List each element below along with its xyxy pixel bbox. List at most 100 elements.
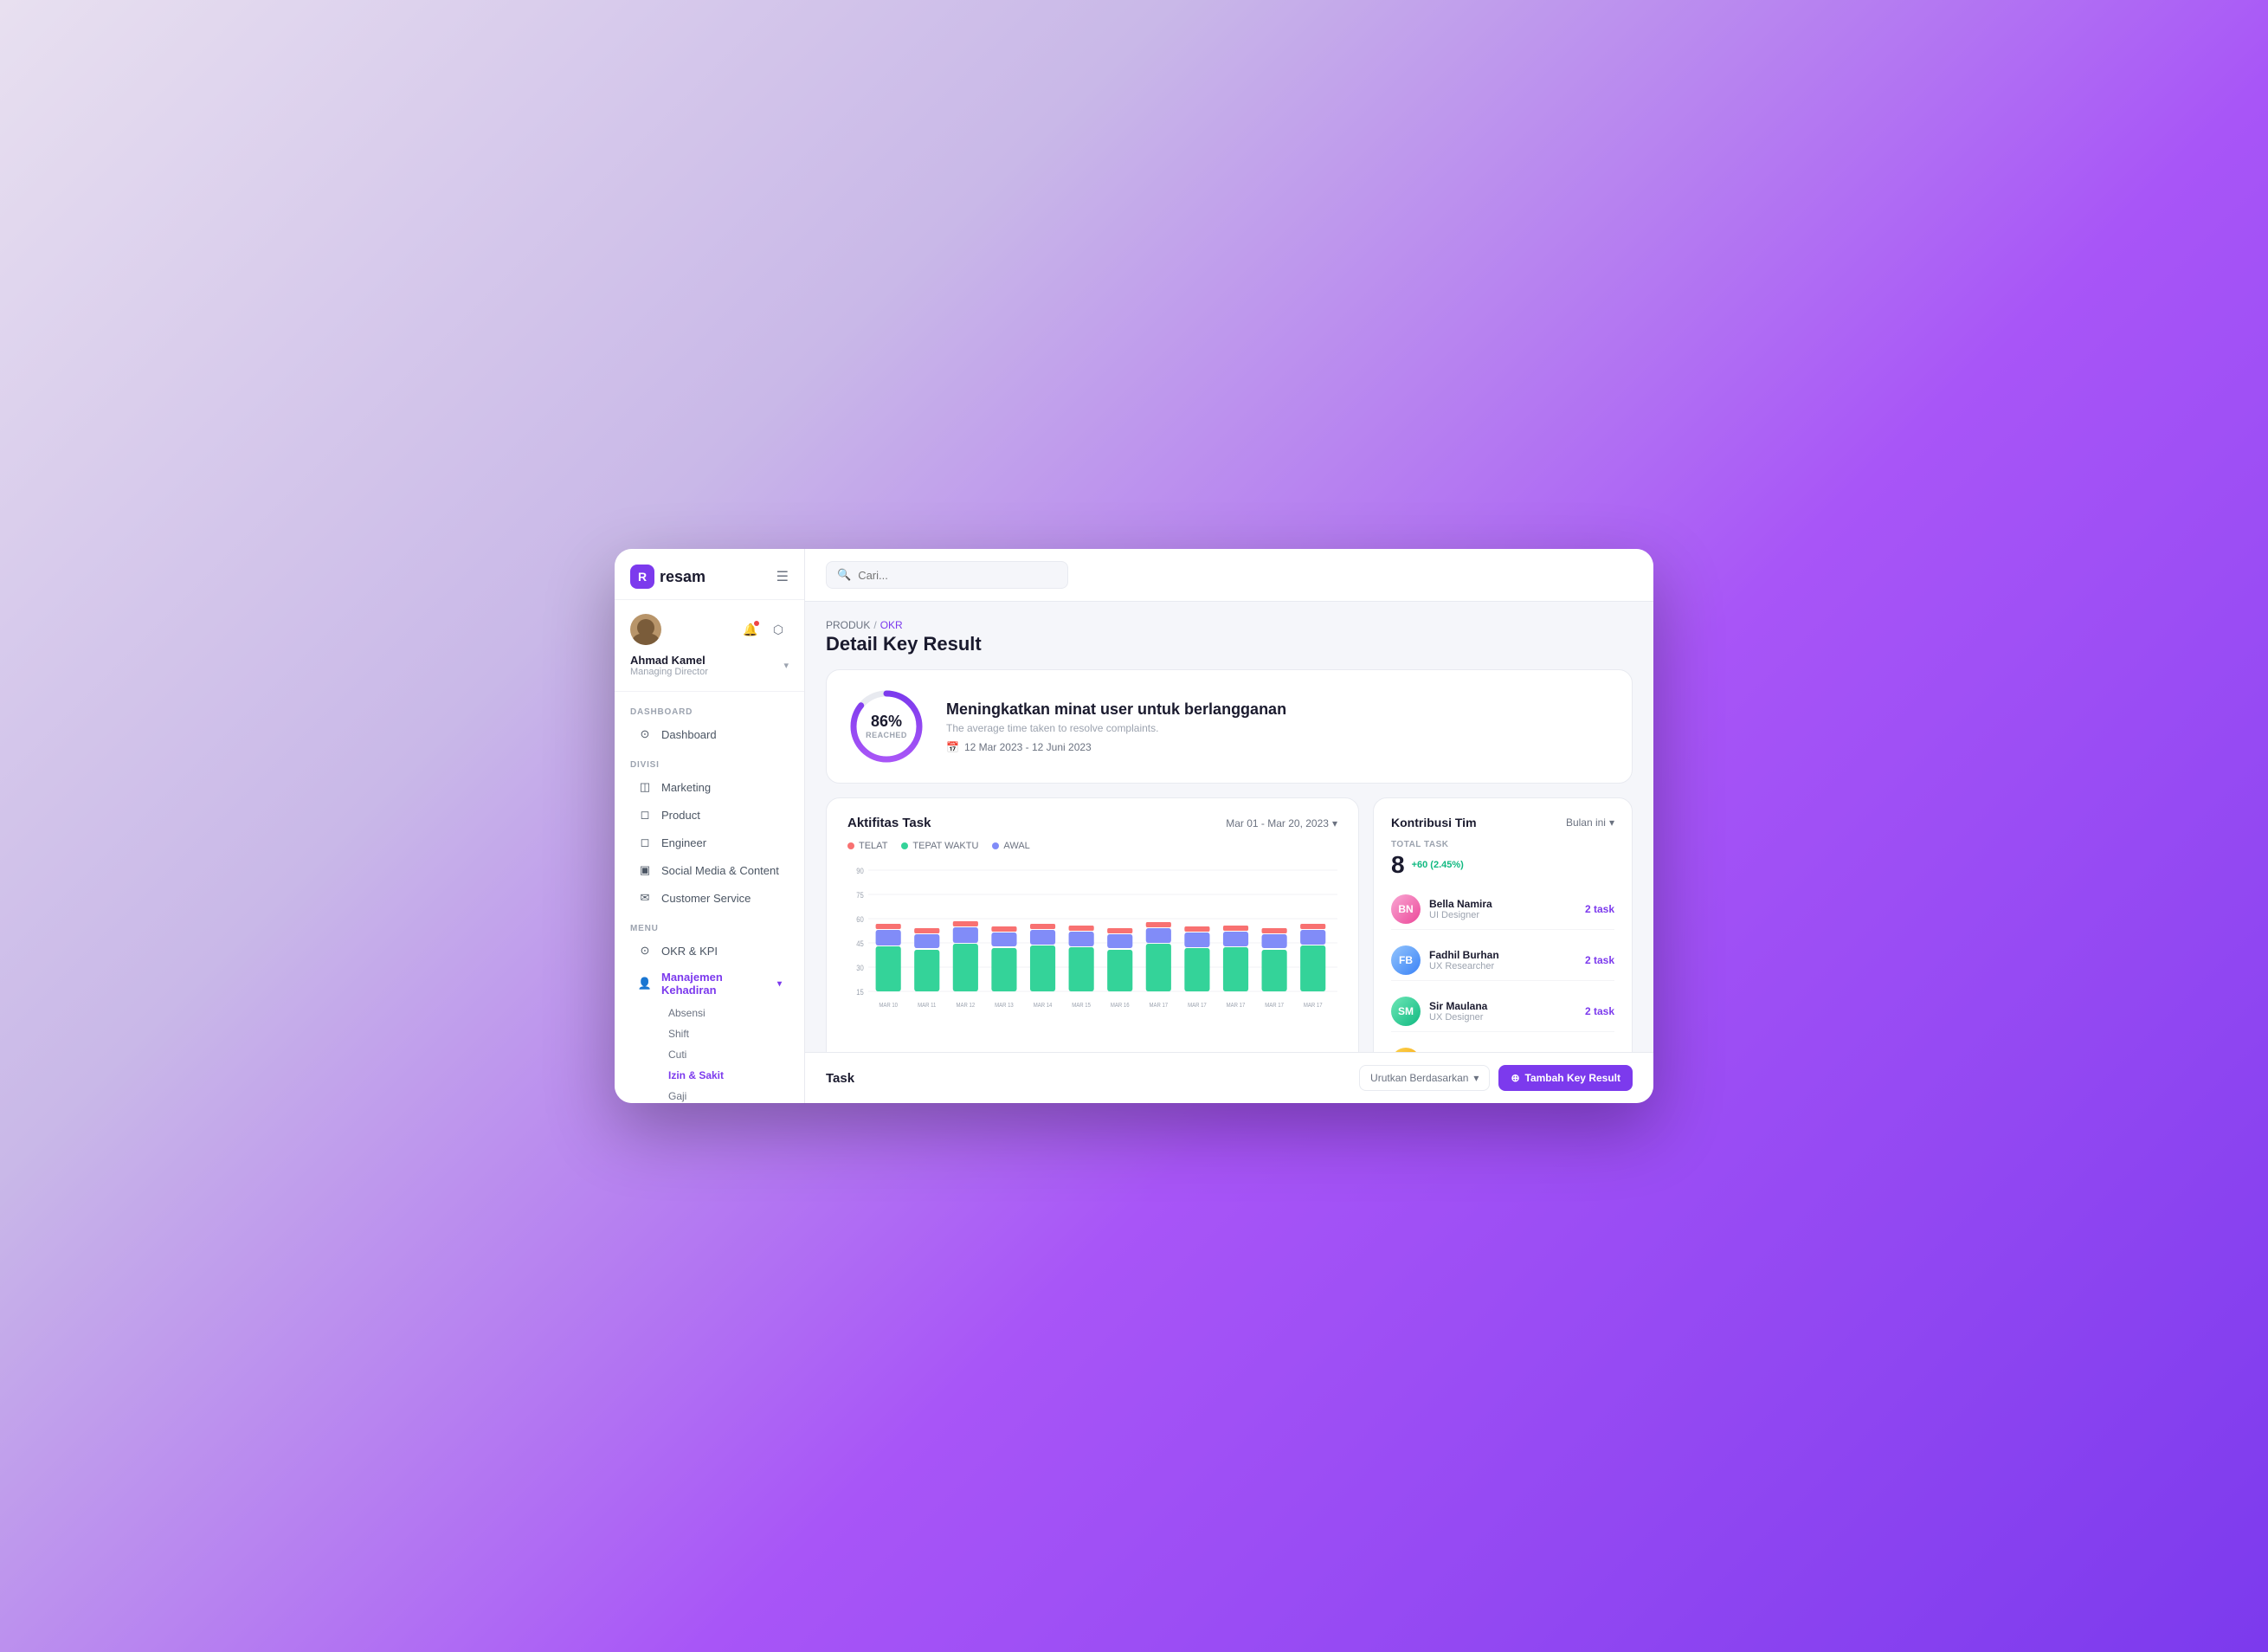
add-key-result-button[interactable]: ⊕ Tambah Key Result — [1498, 1065, 1633, 1091]
kontribusi-card: Kontribusi Tim Bulan ini ▾ TOTAL TASK 8 … — [1373, 797, 1633, 1052]
kontribusi-title: Kontribusi Tim — [1391, 816, 1477, 829]
sidebar-item-label: Engineer — [661, 836, 706, 849]
team-member: LP Larra Polan — [1391, 1042, 1614, 1052]
period-select[interactable]: Bulan ini ▾ — [1566, 816, 1614, 829]
sort-chevron-icon: ▾ — [1473, 1072, 1479, 1084]
svg-text:MAR 11: MAR 11 — [918, 1003, 937, 1010]
breadcrumb-okr[interactable]: OKR — [880, 619, 903, 631]
task-section-title: Task — [826, 1071, 854, 1086]
sidebar-section-menu: MENU ⊙ OKR & KPI 👤 Manajemen Kehadiran ▾… — [615, 915, 804, 1103]
user-role: Managing Director — [630, 667, 708, 677]
legend-dot-tepat — [901, 842, 908, 849]
sidebar-item-engineer[interactable]: ◻ Engineer — [630, 829, 789, 856]
sidebar-section-divisi: DIVISI ◫ Marketing ◻ Product ◻ Engineer … — [615, 752, 804, 915]
period-chevron-icon: ▾ — [1609, 816, 1614, 829]
app-name: resam — [660, 568, 706, 586]
chart-header: Aktifitas Task Mar 01 - Mar 20, 2023 ▾ — [847, 816, 1337, 830]
member-task-count: 2 task — [1585, 903, 1614, 915]
topbar: 🔍 — [805, 549, 1653, 602]
submenu-cuti[interactable]: Cuti — [661, 1044, 789, 1065]
sidebar-item-manajemen-kehadiran[interactable]: 👤 Manajemen Kehadiran ▾ — [630, 965, 789, 1003]
add-btn-label: Tambah Key Result — [1525, 1072, 1620, 1084]
chart-range-selector[interactable]: Mar 01 - Mar 20, 2023 ▾ — [1226, 817, 1337, 829]
svg-text:MAR 15: MAR 15 — [1072, 1003, 1091, 1010]
total-task-label: TOTAL TASK — [1391, 840, 1614, 849]
page-header: PRODUK / OKR Detail Key Result — [826, 619, 1633, 655]
marketing-icon: ◫ — [637, 779, 653, 795]
logout-button[interactable]: ⬡ — [768, 619, 789, 640]
chart-svg: 90 75 60 45 30 15 — [847, 861, 1337, 1035]
kr-card: 86% REACHED Meningkatkan minat user untu… — [826, 669, 1633, 784]
sidebar-section-dashboard: DASHBOARD ⊙ Dashboard — [615, 699, 804, 752]
notification-button[interactable]: 🔔 — [740, 619, 761, 640]
submenu-gaji[interactable]: Gaji — [661, 1086, 789, 1103]
svg-text:MAR 17: MAR 17 — [1188, 1003, 1207, 1010]
bottom-actions: Urutkan Berdasarkan ▾ ⊕ Tambah Key Resul… — [1359, 1065, 1633, 1091]
dashboard-icon: ⊙ — [637, 726, 653, 742]
member-role: UX Designer — [1429, 1012, 1576, 1023]
legend-label-awal: AWAL — [1003, 841, 1029, 851]
sidebar-item-customer-service[interactable]: ✉ Customer Service — [630, 884, 789, 912]
svg-text:MAR 17: MAR 17 — [1149, 1003, 1168, 1010]
search-input[interactable] — [858, 569, 1057, 582]
team-member: FB Fadhil Burhan UX Researcher 2 task — [1391, 940, 1614, 981]
member-role: UX Researcher — [1429, 961, 1576, 971]
breadcrumb-produk[interactable]: PRODUK — [826, 619, 870, 631]
sort-dropdown[interactable]: Urutkan Berdasarkan ▾ — [1359, 1065, 1490, 1091]
logo-icon: R — [630, 565, 654, 589]
member-avatar-fadhil: FB — [1391, 945, 1421, 975]
legend-awal: AWAL — [992, 841, 1029, 851]
progress-label: REACHED — [866, 731, 907, 739]
page-title: Detail Key Result — [826, 633, 1633, 655]
submenu-absensi[interactable]: Absensi — [661, 1003, 789, 1023]
sidebar-item-okr-kpi[interactable]: ⊙ OKR & KPI — [630, 937, 789, 965]
main-content: 🔍 PRODUK / OKR Detail Key Result — [805, 549, 1653, 1103]
notification-dot — [754, 621, 759, 626]
submenu-izin-sakit[interactable]: Izin & Sakit — [661, 1065, 789, 1086]
member-name: Sir Maulana — [1429, 1000, 1576, 1012]
avatar-initials: FB — [1391, 945, 1421, 975]
submenu-shift[interactable]: Shift — [661, 1023, 789, 1044]
avatar — [630, 614, 661, 645]
sidebar-item-marketing[interactable]: ◫ Marketing — [630, 773, 789, 801]
member-task-count: 2 task — [1585, 954, 1614, 966]
search-box[interactable]: 🔍 — [826, 561, 1068, 589]
sidebar-item-social-media[interactable]: ▣ Social Media & Content — [630, 856, 789, 884]
user-chevron-icon[interactable]: ▾ — [783, 660, 789, 671]
kr-date: 📅 12 Mar 2023 - 12 Juni 2023 — [946, 741, 1611, 753]
breadcrumb: PRODUK / OKR — [826, 619, 1633, 631]
progress-percent: 86% — [866, 713, 907, 731]
sidebar-item-label: Social Media & Content — [661, 864, 779, 877]
kr-date-text: 12 Mar 2023 - 12 Juni 2023 — [964, 741, 1092, 753]
svg-text:75: 75 — [856, 890, 864, 900]
legend-tepat-waktu: TEPAT WAKTU — [901, 841, 978, 851]
kontribusi-header: Kontribusi Tim Bulan ini ▾ — [1391, 816, 1614, 829]
plus-circle-icon: ⊕ — [1511, 1072, 1519, 1084]
total-task-section: TOTAL TASK 8 +60 (2.45%) — [1391, 840, 1614, 879]
svg-text:MAR 17: MAR 17 — [1265, 1003, 1284, 1010]
member-name: Bella Namira — [1429, 898, 1576, 910]
svg-text:30: 30 — [856, 963, 864, 972]
avatar-initials: BN — [1391, 894, 1421, 924]
sidebar: R resam ☰ 🔔 ⬡ Ahmad Kam — [615, 549, 805, 1103]
member-task-count: 2 task — [1585, 1005, 1614, 1017]
sort-label: Urutkan Berdasarkan — [1370, 1072, 1468, 1084]
total-task-row: 8 +60 (2.45%) — [1391, 851, 1614, 879]
total-task-number: 8 — [1391, 851, 1405, 879]
two-col-layout: Aktifitas Task Mar 01 - Mar 20, 2023 ▾ T… — [826, 797, 1633, 1052]
team-member: SM Sir Maulana UX Designer 2 task — [1391, 991, 1614, 1032]
section-label-divisi: DIVISI — [630, 760, 789, 770]
sidebar-item-product[interactable]: ◻ Product — [630, 801, 789, 829]
member-avatar-sir: SM — [1391, 997, 1421, 1026]
svg-text:MAR 12: MAR 12 — [957, 1003, 976, 1010]
hamburger-button[interactable]: ☰ — [776, 568, 789, 585]
sidebar-item-label: OKR & KPI — [661, 945, 718, 958]
sidebar-item-label: Manajemen Kehadiran — [661, 971, 769, 997]
sidebar-item-dashboard[interactable]: ⊙ Dashboard — [630, 720, 789, 748]
legend-dot-telat — [847, 842, 854, 849]
avatar-initials: SM — [1391, 997, 1421, 1026]
kr-subtitle: The average time taken to resolve compla… — [946, 722, 1611, 734]
app-logo: R resam — [630, 565, 706, 589]
member-info-bella: Bella Namira UI Designer — [1429, 898, 1576, 920]
sidebar-item-label: Marketing — [661, 781, 711, 794]
